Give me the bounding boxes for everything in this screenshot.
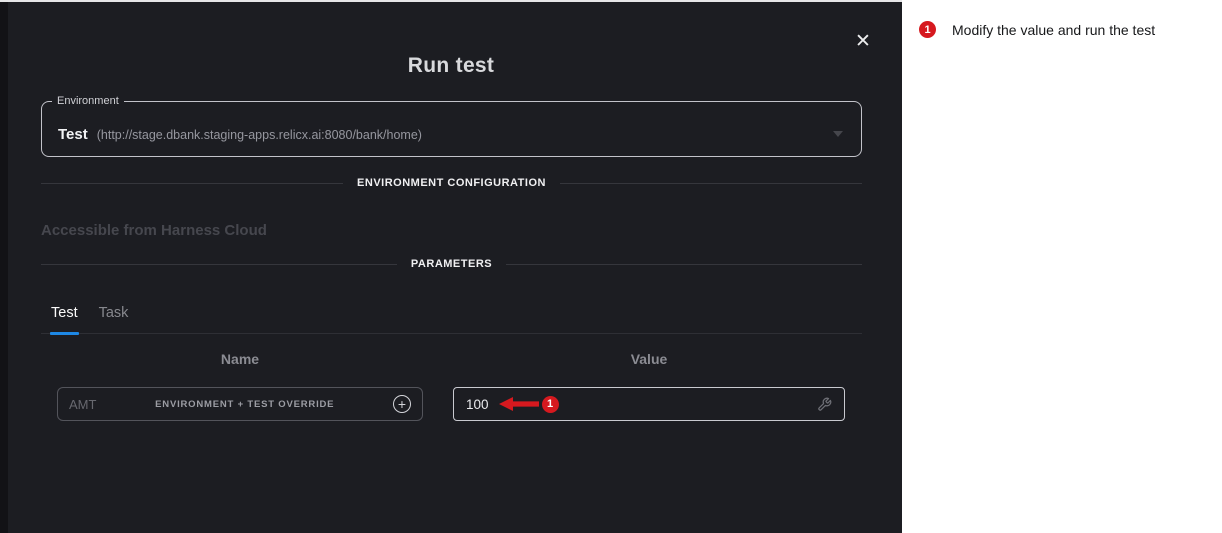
annotation-item: 1 Modify the value and run the test (919, 20, 1155, 38)
environment-name: Test (58, 126, 88, 143)
close-icon[interactable]: ✕ (848, 26, 878, 56)
parameters-divider: PARAMETERS (41, 258, 862, 270)
divider-line (41, 183, 343, 184)
harness-cloud-note: Accessible from Harness Cloud (41, 222, 267, 239)
annotation-text: Modify the value and run the test (952, 20, 1155, 38)
environment-configuration-divider: ENVIRONMENT CONFIGURATION (41, 177, 862, 189)
parameter-value-text: 100 (466, 397, 489, 412)
chevron-down-icon[interactable] (833, 131, 843, 137)
environment-selected-value: Test (http://stage.dbank.staging-apps.re… (58, 126, 422, 143)
divider-line (41, 264, 397, 265)
screen: ✕ Run test Environment Test (http://stag… (0, 0, 1222, 533)
annotation-badge-1: 1 (919, 21, 936, 38)
wrench-icon[interactable] (817, 397, 832, 412)
parameters-tabbar: Test Task (41, 297, 862, 334)
annotation-arrow-icon (499, 397, 539, 411)
parameter-name-text: AMT (69, 397, 96, 412)
run-test-dialog: ✕ Run test Environment Test (http://stag… (0, 0, 902, 533)
column-header-value: Value (453, 351, 845, 367)
parameter-name-field[interactable]: AMT ENVIRONMENT + TEST OVERRIDE + (57, 387, 423, 421)
column-header-name: Name (57, 351, 423, 367)
override-badge: ENVIRONMENT + TEST OVERRIDE (96, 399, 393, 410)
environment-label: Environment (52, 95, 124, 107)
tab-task[interactable]: Task (99, 305, 129, 333)
environment-configuration-heading: ENVIRONMENT CONFIGURATION (357, 177, 546, 189)
tab-test[interactable]: Test (51, 305, 78, 333)
environment-url: (http://stage.dbank.staging-apps.relicx.… (97, 128, 422, 142)
dialog-title: Run test (0, 54, 902, 78)
backdrop-left-strip (0, 0, 8, 533)
environment-select[interactable]: Environment Test (http://stage.dbank.sta… (41, 95, 862, 157)
backdrop-top-strip (0, 0, 902, 2)
add-parameter-icon[interactable]: + (393, 395, 411, 413)
annotation-badge-1: 1 (542, 396, 559, 413)
divider-line (506, 264, 862, 265)
divider-line (560, 183, 862, 184)
parameter-value-field[interactable]: 100 1 (453, 387, 845, 421)
annotation-panel: 1 Modify the value and run the test (902, 0, 1222, 533)
parameters-heading: PARAMETERS (411, 258, 492, 270)
